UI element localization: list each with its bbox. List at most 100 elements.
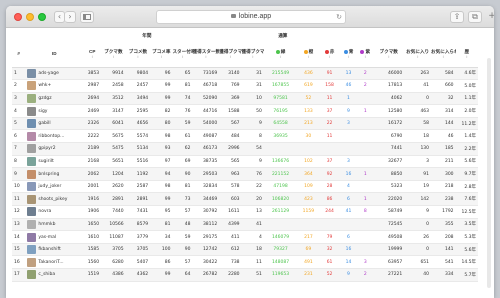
sort-icon[interactable]: ↕ <box>242 54 264 59</box>
cell-id[interactable]: ribbontop... <box>25 129 84 144</box>
column-header-13[interactable]: 青 ↕ <box>339 41 358 68</box>
user-id-link[interactable]: novra <box>38 209 51 214</box>
sort-icon[interactable]: ↕ <box>340 54 358 59</box>
table-row[interactable]: 5 gabill 2326 6041 4656 80 59 54000 567 9 64558 213… <box>12 117 478 131</box>
cell-id[interactable]: yas-mal <box>25 230 84 244</box>
cell-id[interactable]: c_shiba <box>25 268 84 282</box>
sort-icon[interactable]: ↕ <box>172 54 192 59</box>
cell-id[interactable]: gpipyr2 <box>25 142 84 156</box>
sort-icon[interactable]: ↕ <box>219 54 241 59</box>
column-header-8[interactable]: 獲得ブクマ数↕ <box>219 41 242 68</box>
cell-id[interactable]: judy_joker <box>25 180 84 194</box>
table-row[interactable]: 2 whk+ 2987 2458 2457 99 81 46718 769 31 167855 619… <box>12 79 478 93</box>
minimize-window-button[interactable] <box>26 13 34 21</box>
cell-value: 185 <box>444 146 454 152</box>
table-row[interactable]: 17 c_shiba 1519 4386 4362 99 64 26782 2280 51 1196… <box>12 268 478 282</box>
sidebar-toggle-button[interactable] <box>80 11 94 23</box>
user-id-link[interactable]: c_shiba <box>38 272 55 277</box>
column-header-9[interactable]: 獲得ブクマ率↕ <box>241 41 264 68</box>
user-id-link[interactable]: sigy <box>38 109 47 114</box>
column-header-11[interactable]: 橙 ↕ <box>297 41 320 68</box>
table-row[interactable]: 6 ribbontop... 2222 5675 5574 98 61 49087 484 8 36… <box>12 129 478 144</box>
new-tab-icon[interactable]: + <box>486 11 494 23</box>
forward-icon[interactable]: › <box>65 11 76 23</box>
column-header-4[interactable]: ブコメ数 ↕ <box>125 41 151 68</box>
cell-id[interactable]: gzdgz <box>25 92 84 106</box>
back-icon[interactable]: ‹ <box>54 11 65 23</box>
tabs-overview-icon[interactable]: ⧉ <box>468 11 482 23</box>
cell-id[interactable]: hmmkb <box>25 218 84 232</box>
user-id-link[interactable]: gzdgz <box>38 96 51 101</box>
share-icon[interactable]: ⇪ <box>450 11 464 23</box>
cell-id[interactable]: bnlspring <box>25 167 84 181</box>
column-header-16[interactable]: お気に入り ↕ <box>404 41 432 68</box>
sort-icon[interactable]: ↕ <box>264 54 297 59</box>
table-row[interactable]: 15 fkbanshift 1585 3705 3705 100 90 12742 612 18 7… <box>12 243 478 257</box>
cell-id[interactable]: gabill <box>25 117 84 131</box>
close-window-button[interactable] <box>14 13 22 21</box>
sort-icon[interactable]: ↕ <box>404 54 431 59</box>
user-id-link[interactable]: ribbontop... <box>38 134 64 139</box>
reload-icon[interactable]: ↻ <box>336 11 342 23</box>
cell-id[interactable]: sugirilt <box>25 155 84 169</box>
user-id-link[interactable]: hmmkb <box>38 222 55 227</box>
user-id-link[interactable]: ads-yage <box>38 71 59 76</box>
user-id-link[interactable]: bnlspring <box>38 172 59 177</box>
table-row[interactable]: 13 hmmkb 1650 10566 8579 81 48 38112 4399 41 72545… <box>12 218 478 232</box>
cell-value: 64558 <box>273 121 288 127</box>
column-header-7[interactable]: 獲得スター数 ↕ <box>192 41 220 68</box>
sort-icon[interactable]: ↕ <box>83 54 101 59</box>
column-header-label: 獲得ブクマ数 <box>219 48 242 54</box>
cell-id[interactable]: whk+ <box>25 79 84 93</box>
user-id-link[interactable]: shoots_pikey <box>38 197 67 202</box>
sort-icon[interactable]: ↕ <box>373 54 404 59</box>
sort-icon[interactable]: ↕ <box>126 54 151 59</box>
table-row[interactable]: 11 shoots_pikey 1916 2891 2891 99 73 34469 603 20… <box>12 192 478 207</box>
zoom-window-button[interactable] <box>38 13 46 21</box>
sort-icon[interactable]: ↕ <box>357 54 373 59</box>
table-row[interactable]: 16 TakanoriT... 1560 6280 5407 86 57 30422 738 11… <box>12 255 478 269</box>
cell-id[interactable]: ads-yage <box>25 67 84 81</box>
table-row[interactable]: 12 novra 1906 7440 7431 95 57 30792 1611 13 261129… <box>12 205 478 219</box>
column-header-12[interactable]: 赤 ↕ <box>319 41 340 68</box>
sort-icon[interactable]: ↕ <box>101 54 126 59</box>
table-row[interactable]: 3 gzdgz 2694 3512 3494 99 74 52090 369 10 97581 52 1… <box>12 92 478 106</box>
table-row[interactable]: 8 sugirilt 2168 5651 5516 97 69 38735 565 9 136676… <box>12 155 478 169</box>
sort-icon[interactable]: ↕ <box>456 54 478 59</box>
cell-id[interactable]: novra <box>25 205 84 219</box>
table-row[interactable]: 14 yas-mal 1610 11087 3779 34 59 29175 411 4 14607… <box>12 230 478 244</box>
column-header-3[interactable]: ブクマ数 ↕ <box>101 41 126 68</box>
sort-icon[interactable]: ↕ <box>297 54 319 59</box>
sort-icon[interactable]: ↕ <box>193 54 220 59</box>
user-id-link[interactable]: judy_joker <box>38 184 61 189</box>
cell-id[interactable]: shoots_pikey <box>25 192 84 207</box>
table-row[interactable]: 4 sigy 2469 3147 2595 82 76 44716 1588 50 76195 133… <box>12 104 478 118</box>
sort-icon[interactable]: ↕ <box>431 54 456 59</box>
address-bar[interactable]: lobine.app ↻ <box>156 10 346 24</box>
user-id-link[interactable]: yas-mal <box>38 235 56 240</box>
column-header-6[interactable]: スター付率↕ <box>172 41 193 68</box>
table-row[interactable]: 9 bnlspring 2062 1204 1192 94 90 29503 963 76 2211… <box>12 167 478 181</box>
sort-icon[interactable]: ↕ <box>320 54 340 59</box>
cell-id[interactable]: TakanoriT... <box>25 255 84 269</box>
cell-id[interactable]: sigy <box>25 104 84 118</box>
column-header-17[interactable]: お気に入られ↕ <box>431 41 456 68</box>
user-id-link[interactable]: gabill <box>38 121 50 126</box>
table-row[interactable]: 7 gpipyr2 2189 5475 5134 93 62 46173 2996 54 7441 1… <box>12 142 478 156</box>
sort-icon[interactable]: ↕ <box>150 54 172 59</box>
user-id-link[interactable]: gpipyr2 <box>38 146 55 151</box>
user-id-link[interactable]: fkbanshift <box>38 247 60 252</box>
user-id-link[interactable]: sugirilt <box>38 159 53 164</box>
user-id-link[interactable]: whk+ <box>38 83 51 88</box>
table-row[interactable]: 1 ads-yage 3853 9914 9804 96 65 73169 3140 31 2155… <box>12 67 478 81</box>
column-header-5[interactable]: ブコメ率 ↕ <box>150 41 173 68</box>
cell-id[interactable]: fkbanshift <box>25 243 84 257</box>
scrollbar[interactable] <box>487 58 491 288</box>
column-header-18[interactable]: 歴 ↕ <box>455 41 478 68</box>
column-header-10[interactable]: 緑 ↕ <box>263 41 298 68</box>
column-header-2[interactable]: CP ↕ <box>83 41 102 68</box>
column-header-15[interactable]: ブクマ数 ↕ <box>373 41 405 68</box>
user-id-link[interactable]: TakanoriT... <box>38 260 63 265</box>
column-header-14[interactable]: 紫 ↕ <box>357 41 374 68</box>
table-row[interactable]: 10 judy_joker 2001 2620 2587 98 81 32834 578 22 47… <box>12 180 478 194</box>
